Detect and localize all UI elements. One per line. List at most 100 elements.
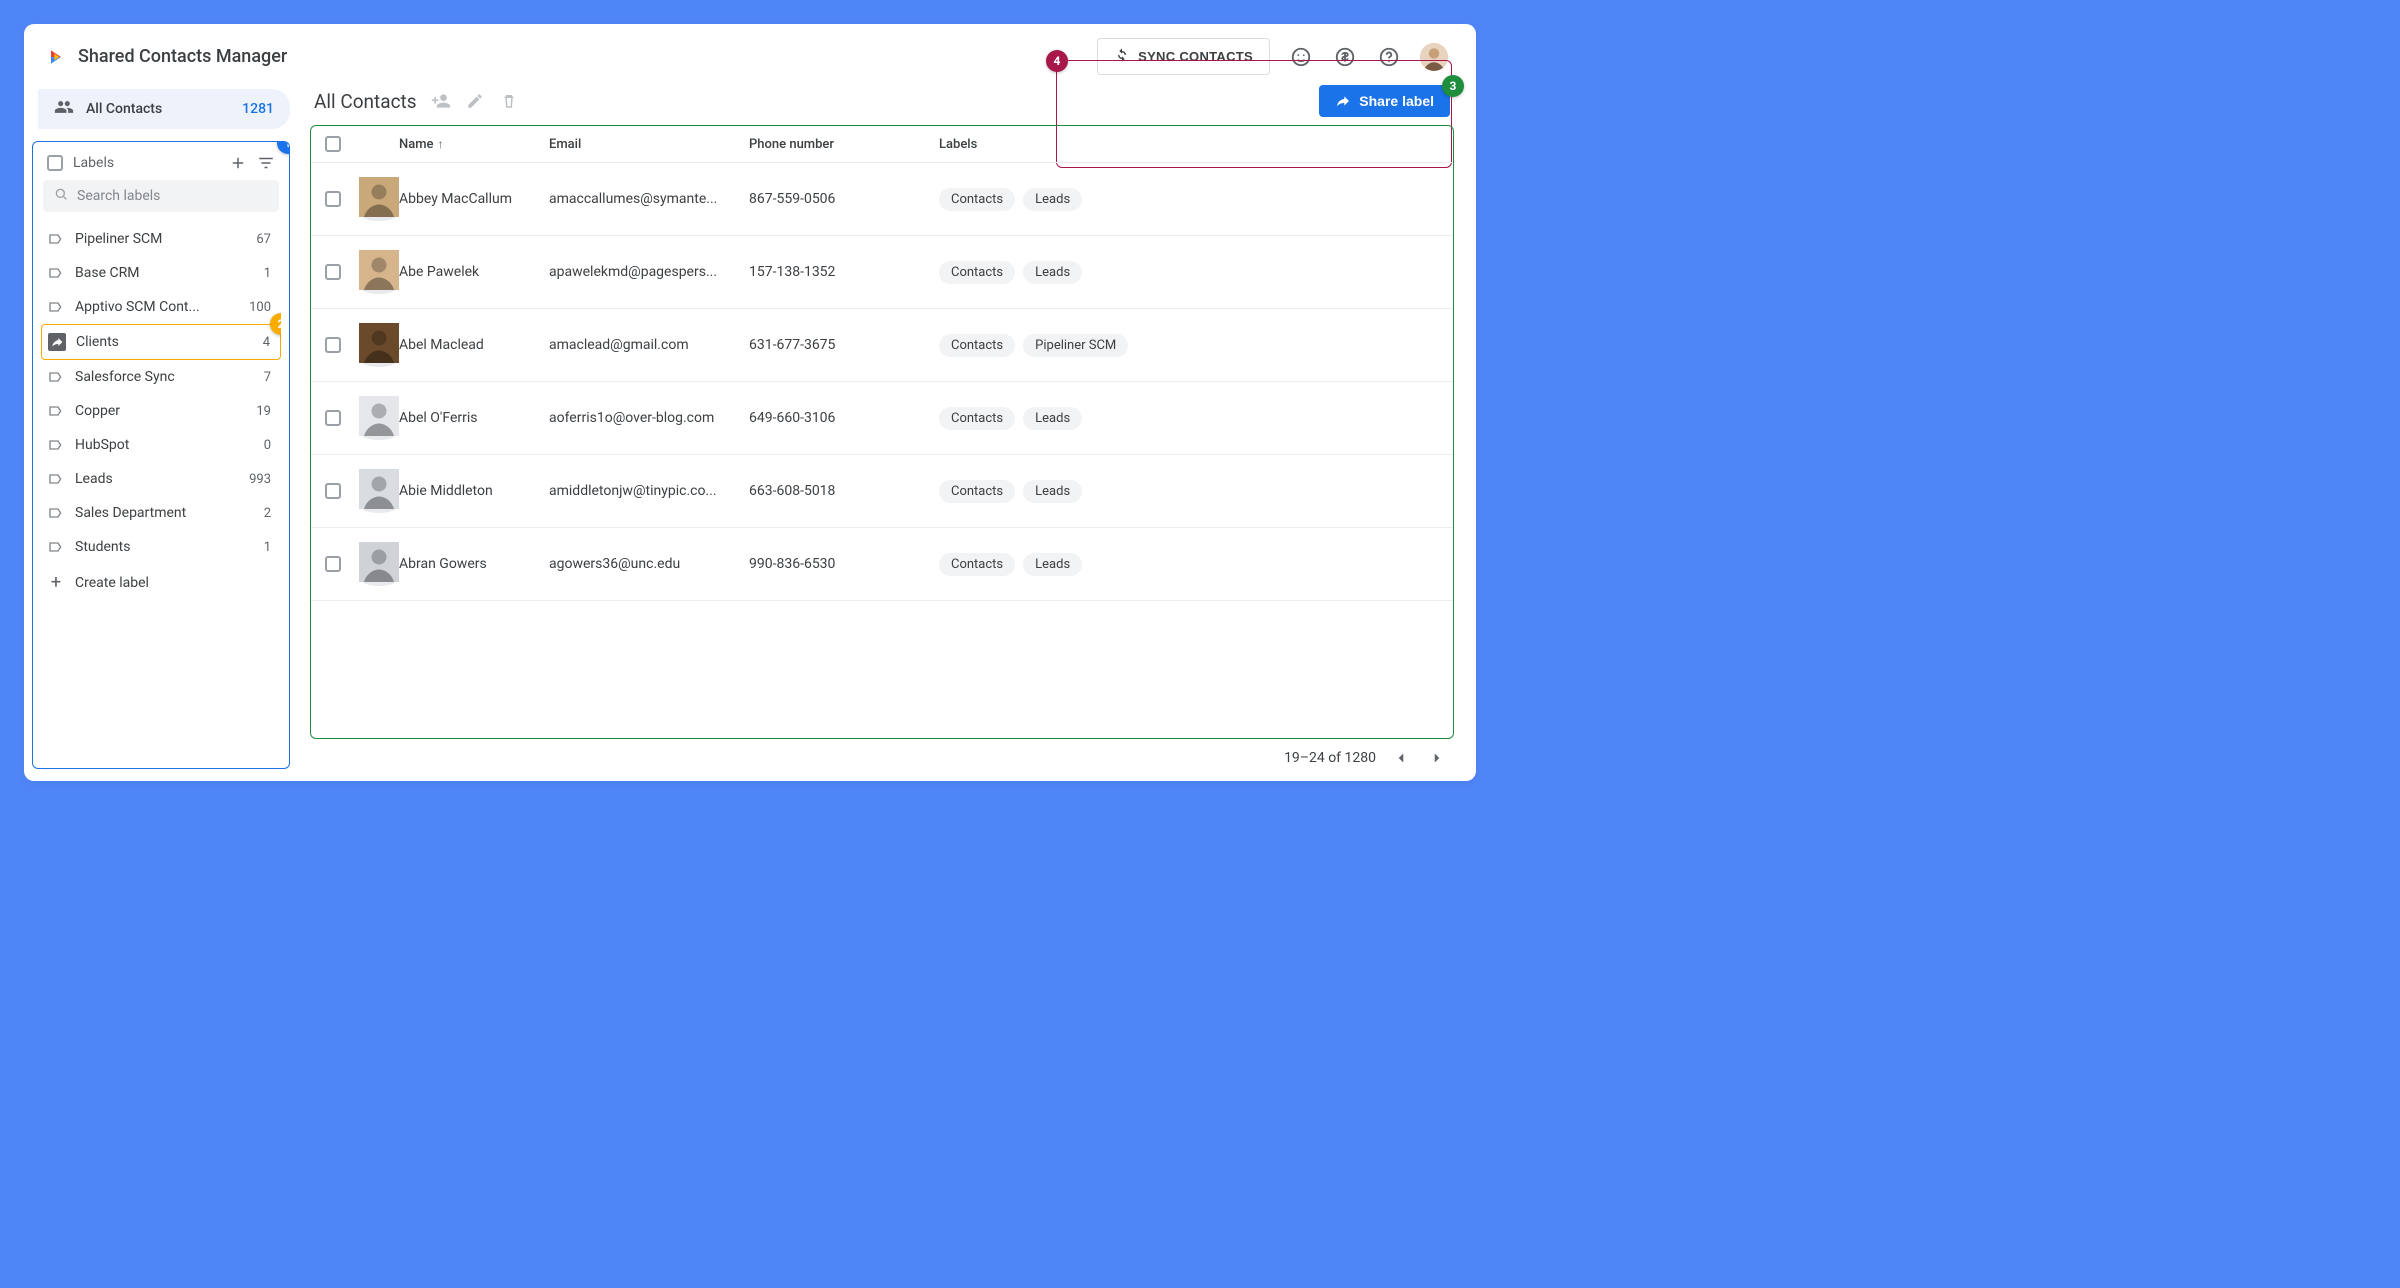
table-row[interactable]: Abel Macleadamaclead@gmail.com631-677-36… bbox=[311, 309, 1453, 382]
search-labels-placeholder: Search labels bbox=[77, 188, 160, 204]
sidebar-label-item[interactable]: Salesforce Sync7 bbox=[41, 360, 281, 394]
contact-name: Abe Pawelek bbox=[399, 264, 549, 280]
label-name: Base CRM bbox=[75, 265, 254, 281]
column-email[interactable]: Email bbox=[549, 137, 749, 152]
contact-name: Abie Middleton bbox=[399, 483, 549, 499]
share-label-text: Share label bbox=[1359, 93, 1434, 109]
pagination: 19–24 of 1280 bbox=[310, 739, 1454, 769]
label-icon bbox=[47, 402, 65, 420]
row-checkbox[interactable] bbox=[325, 483, 341, 499]
sync-icon bbox=[1114, 47, 1130, 66]
payment-icon[interactable] bbox=[1332, 44, 1358, 70]
sidebar-label-item[interactable]: Pipeliner SCM67 bbox=[41, 222, 281, 256]
sidebar-label-item[interactable]: Students1 bbox=[41, 530, 281, 564]
table-header: Name↑ Email Phone number Labels bbox=[311, 126, 1453, 163]
search-labels-input[interactable]: Search labels bbox=[43, 180, 279, 212]
user-avatar[interactable] bbox=[1420, 43, 1448, 71]
label-chip[interactable]: Contacts bbox=[939, 480, 1015, 503]
table-row[interactable]: Abel O'Ferrisaoferris1o@over-blog.com649… bbox=[311, 382, 1453, 455]
label-chip[interactable]: Pipeliner SCM bbox=[1023, 334, 1128, 357]
contact-avatar bbox=[359, 205, 399, 221]
annotation-badge-4: 4 bbox=[1046, 50, 1068, 72]
delete-icon[interactable] bbox=[499, 91, 519, 111]
label-chip[interactable]: Contacts bbox=[939, 261, 1015, 284]
label-chip[interactable]: Leads bbox=[1023, 188, 1082, 211]
contact-email: aoferris1o@over-blog.com bbox=[549, 410, 749, 426]
help-icon[interactable] bbox=[1376, 44, 1402, 70]
prev-page-button[interactable] bbox=[1390, 747, 1412, 769]
sidebar-label-item[interactable]: HubSpot0 bbox=[41, 428, 281, 462]
contacts-table: 3 Name↑ Email Phone number Labels Abbey … bbox=[310, 125, 1454, 739]
contact-name: Abel O'Ferris bbox=[399, 410, 549, 426]
row-checkbox[interactable] bbox=[325, 191, 341, 207]
row-checkbox[interactable] bbox=[325, 337, 341, 353]
header-actions: SYNC CONTACTS bbox=[1097, 38, 1454, 75]
contact-labels: Contacts Leads bbox=[939, 553, 1439, 576]
label-icon bbox=[47, 538, 65, 556]
create-label-button[interactable]: + Create label bbox=[41, 564, 281, 596]
label-count: 993 bbox=[249, 472, 275, 487]
select-all-checkbox[interactable] bbox=[325, 136, 341, 152]
contact-avatar bbox=[359, 424, 399, 440]
label-chip[interactable]: Contacts bbox=[939, 407, 1015, 430]
column-labels[interactable]: Labels bbox=[939, 137, 1439, 152]
column-name[interactable]: Name↑ bbox=[399, 137, 549, 152]
share-label-button[interactable]: Share label bbox=[1319, 85, 1450, 117]
label-name: Pipeliner SCM bbox=[75, 231, 246, 247]
contact-labels: Contacts Leads bbox=[939, 261, 1439, 284]
table-row[interactable]: Abran Gowersagowers36@unc.edu990-836-653… bbox=[311, 528, 1453, 601]
sidebar-label-item[interactable]: Apptivo SCM Cont...100 bbox=[41, 290, 281, 324]
sidebar-label-item[interactable]: Sales Department 2 bbox=[41, 496, 281, 530]
row-checkbox[interactable] bbox=[325, 264, 341, 280]
contacts-icon bbox=[54, 97, 74, 121]
table-row[interactable]: Abbey MacCallumamaccallumes@symante...86… bbox=[311, 163, 1453, 236]
sync-contacts-label: SYNC CONTACTS bbox=[1138, 49, 1253, 64]
edit-icon[interactable] bbox=[465, 91, 485, 111]
main-header: All Contacts Share label bbox=[310, 85, 1454, 125]
label-name: Copper bbox=[75, 403, 246, 419]
label-chip[interactable]: Leads bbox=[1023, 553, 1082, 576]
label-name: Leads bbox=[75, 471, 239, 487]
label-chip[interactable]: Leads bbox=[1023, 407, 1082, 430]
sidebar-label-item[interactable]: Leads 993 bbox=[41, 462, 281, 496]
label-icon bbox=[47, 368, 65, 386]
contact-labels: Contacts Leads bbox=[939, 407, 1439, 430]
contact-phone: 631-677-3675 bbox=[749, 337, 939, 353]
label-name: HubSpot bbox=[75, 437, 254, 453]
label-chip[interactable]: Leads bbox=[1023, 480, 1082, 503]
row-checkbox[interactable] bbox=[325, 556, 341, 572]
add-label-icon[interactable] bbox=[229, 154, 247, 172]
filter-labels-icon[interactable] bbox=[257, 154, 275, 172]
contact-email: apawelekmd@pagespers... bbox=[549, 264, 749, 280]
add-contact-icon[interactable] bbox=[431, 91, 451, 111]
sync-contacts-button[interactable]: SYNC CONTACTS bbox=[1097, 38, 1270, 75]
contact-avatar bbox=[359, 570, 399, 586]
label-chip[interactable]: Leads bbox=[1023, 261, 1082, 284]
contact-phone: 157-138-1352 bbox=[749, 264, 939, 280]
labels-select-all-checkbox[interactable] bbox=[47, 155, 63, 171]
label-name: Sales Department bbox=[75, 505, 254, 521]
create-label-text: Create label bbox=[75, 575, 149, 591]
sidebar-label-item[interactable]: Clients42 bbox=[41, 324, 281, 360]
table-row[interactable]: Abe Pawelekapawelekmd@pagespers...157-13… bbox=[311, 236, 1453, 309]
next-page-button[interactable] bbox=[1426, 747, 1448, 769]
label-chip[interactable]: Contacts bbox=[939, 188, 1015, 211]
label-icon bbox=[47, 436, 65, 454]
label-chip[interactable]: Contacts bbox=[939, 553, 1015, 576]
sidebar-label-item[interactable]: Base CRM1 bbox=[41, 256, 281, 290]
table-row[interactable]: Abie Middletonamiddletonjw@tinypic.co...… bbox=[311, 455, 1453, 528]
contact-phone: 663-608-5018 bbox=[749, 483, 939, 499]
label-name: Salesforce Sync bbox=[75, 369, 254, 385]
app-window: Shared Contacts Manager SYNC CONTACTS bbox=[24, 24, 1476, 781]
column-phone[interactable]: Phone number bbox=[749, 137, 939, 152]
labels-title: Labels bbox=[73, 155, 219, 171]
label-count: 2 bbox=[264, 506, 275, 521]
header: Shared Contacts Manager SYNC CONTACTS bbox=[24, 24, 1476, 85]
contact-email: agowers36@unc.edu bbox=[549, 556, 749, 572]
sidebar-label-item[interactable]: Copper19 bbox=[41, 394, 281, 428]
label-chip[interactable]: Contacts bbox=[939, 334, 1015, 357]
all-contacts-button[interactable]: All Contacts 1281 bbox=[38, 89, 290, 129]
contact-labels: Contacts Leads bbox=[939, 188, 1439, 211]
emoji-icon[interactable] bbox=[1288, 44, 1314, 70]
row-checkbox[interactable] bbox=[325, 410, 341, 426]
